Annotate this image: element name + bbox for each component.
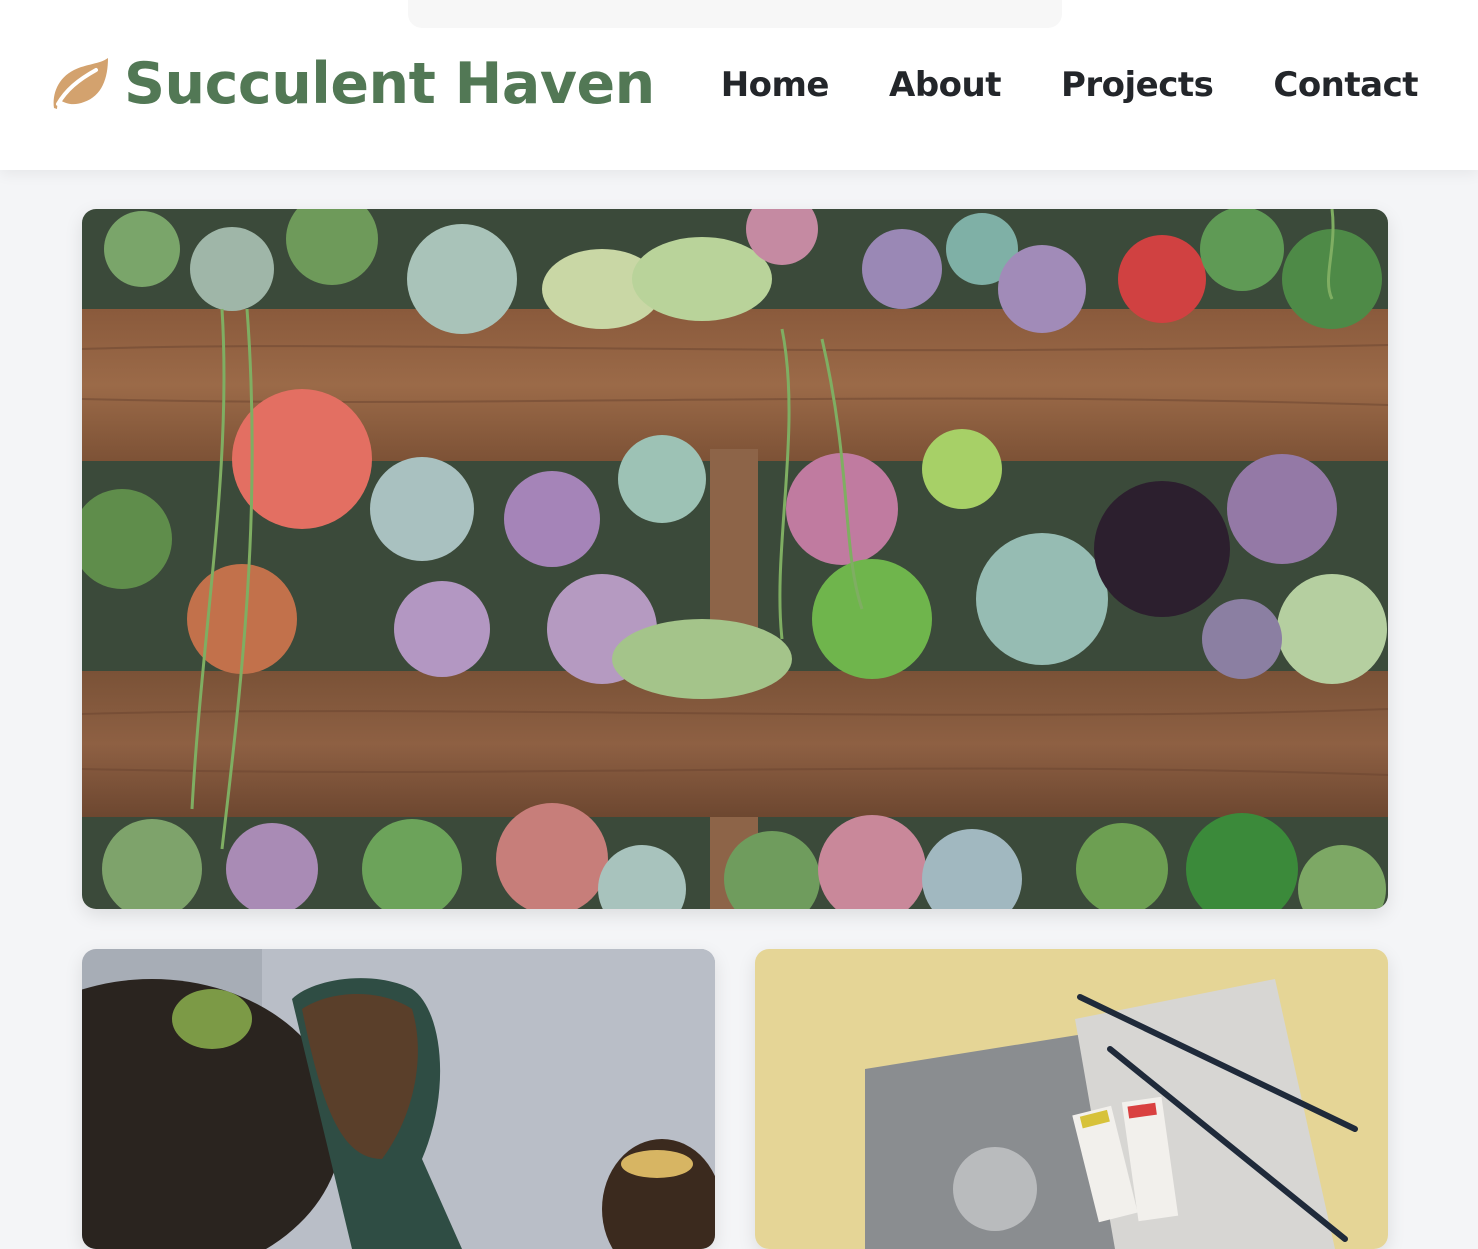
site-title: Succulent Haven (124, 51, 655, 117)
succulent-wall-photo (82, 209, 1388, 909)
nav-about[interactable]: About (889, 65, 1001, 105)
gallery-tile-soil[interactable] (82, 949, 715, 1249)
gallery-tile-sketchbook[interactable] (755, 949, 1388, 1249)
sketchbook-pencils-photo (755, 949, 1388, 1249)
leaf-icon (53, 58, 108, 109)
brand-link[interactable]: Succulent Haven (50, 52, 655, 116)
nav-projects[interactable]: Projects (1061, 65, 1214, 105)
nav-contact[interactable]: Contact (1273, 65, 1418, 105)
browser-top-strip (408, 0, 1062, 28)
nav-home[interactable]: Home (721, 65, 830, 105)
main-nav: Home About Projects Contact (721, 60, 1419, 110)
hero-image-card[interactable] (82, 209, 1388, 909)
potting-soil-scoop-photo (82, 949, 715, 1249)
